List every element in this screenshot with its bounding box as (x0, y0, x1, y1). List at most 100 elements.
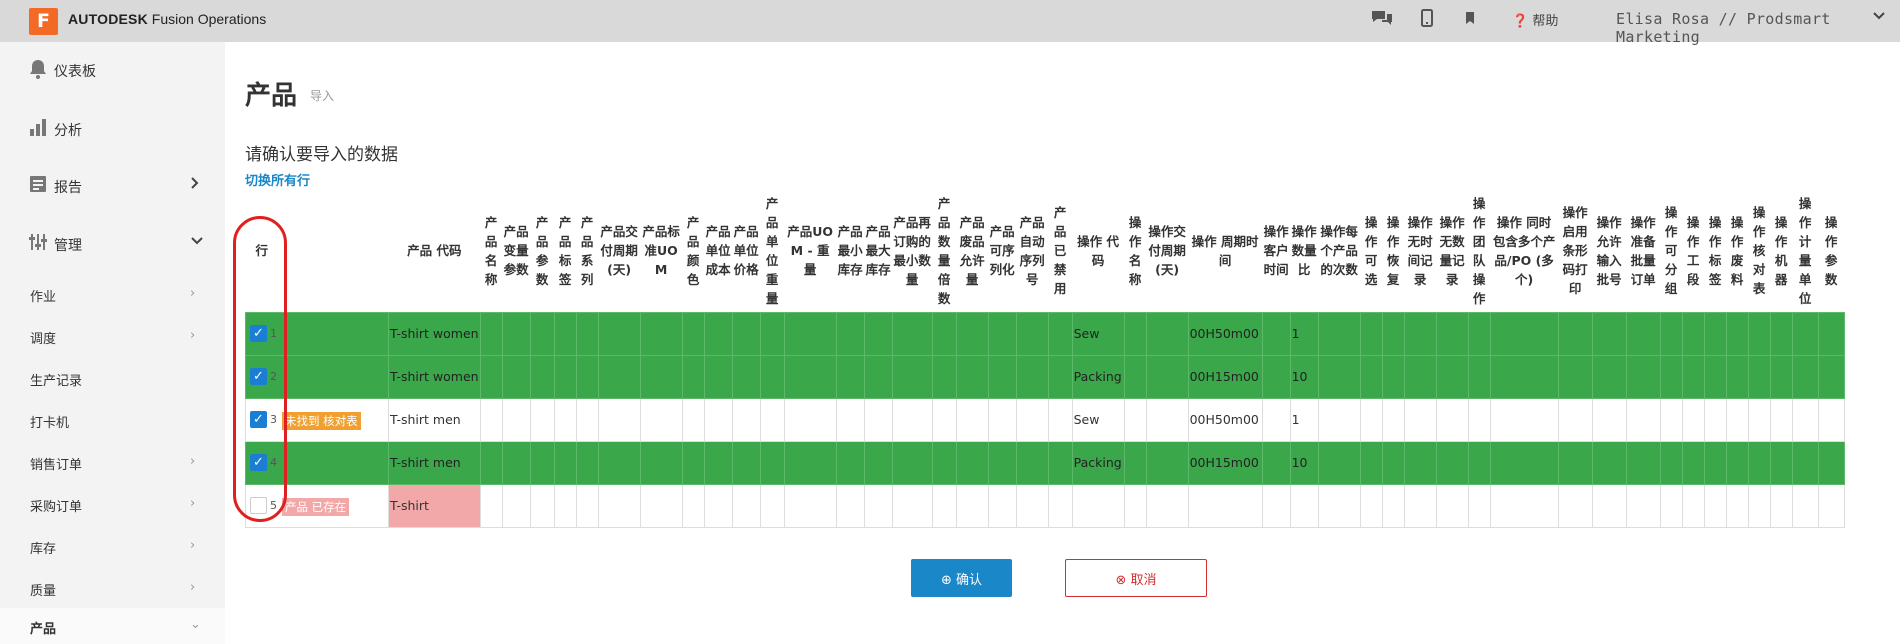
help-label: 帮助 (1532, 14, 1559, 29)
cancel-button[interactable]: ⊗ 取消 (1065, 559, 1207, 597)
chevron-right-icon: › (190, 538, 196, 553)
column-header: 操作工段 (1686, 214, 1700, 287)
sidebar-subitem-scheduling[interactable]: 调度 › (0, 324, 225, 354)
table-cell (1725, 354, 1749, 399)
user-menu[interactable]: Elisa Rosa // Prodsmart Marketing (1616, 10, 1900, 46)
table-row[interactable]: ✓ 2 T-shirt women Packing 00H15m00 10 (245, 354, 1845, 399)
table-row[interactable]: ✓ 4 T-shirt men Packing 00H15m00 10 (245, 440, 1845, 485)
table-cell (931, 397, 957, 442)
sidebar-subitem-sales-orders[interactable]: 销售订单 › (0, 450, 225, 480)
column-header: 操作可分组 (1664, 205, 1678, 297)
table-row[interactable]: 5 产品 已存在 T-shirt (245, 483, 1845, 528)
column-header: 操作团队操作 (1472, 195, 1486, 306)
row-number: 3 (270, 413, 277, 426)
checkbox-checked[interactable]: ✓ (250, 368, 267, 385)
table-cell (759, 311, 785, 356)
table-row[interactable]: ✓ 1 T-shirt women Sew 00H50m00 1 (245, 311, 1845, 356)
table-cell (1317, 440, 1361, 485)
sidebar-subitem-purchase-orders[interactable]: 采购订单 › (0, 492, 225, 522)
table-cell (1557, 483, 1593, 528)
fusion-logo-icon[interactable]: F (29, 8, 58, 35)
table-cell (597, 397, 641, 442)
table-cell (1681, 440, 1705, 485)
confirm-heading: 请确认要导入的数据 (245, 145, 398, 165)
table-cell (1489, 354, 1559, 399)
table-cell (1489, 397, 1559, 442)
table-cell (835, 397, 865, 442)
toggle-all-rows-link[interactable]: 切换所有行 (245, 170, 310, 189)
sidebar-item-analysis[interactable]: 分析 (0, 115, 225, 145)
table-cell (529, 354, 555, 399)
bookmark-icon[interactable] (1464, 8, 1476, 32)
table-row[interactable]: ✓ 3 未找到 核对表 T-shirt men Sew 00H50m00 1 (245, 397, 1845, 442)
sidebar-item-manage[interactable]: 管理 (0, 230, 225, 260)
checkbox-unchecked[interactable] (250, 497, 267, 514)
sidebar-subitem-production-records[interactable]: 生产记录 (0, 366, 225, 396)
table-cell (1435, 440, 1469, 485)
sidebar-subitem-products[interactable]: 产品 ⌄ (0, 608, 225, 644)
table-cell (863, 440, 893, 485)
table-cell (703, 311, 733, 356)
table-cell (1467, 311, 1491, 356)
table-cell (783, 354, 837, 399)
column-header: 操作交付周期(天) (1148, 224, 1186, 278)
column-header: 操作名称 (1128, 214, 1142, 287)
table-cell (987, 440, 1017, 485)
checkbox-checked[interactable]: ✓ (250, 325, 267, 342)
table-cell (1591, 354, 1627, 399)
table-cell (1261, 354, 1291, 399)
table-cell (1145, 311, 1189, 356)
table-cell (1703, 311, 1727, 356)
page-subtitle: 导入 (310, 89, 335, 103)
confirm-button[interactable]: ⊕ 确认 (911, 559, 1012, 597)
quantity-ratio-cell (1289, 483, 1319, 528)
cycle-time-cell: 00H15m00 (1187, 354, 1263, 399)
checkbox-checked[interactable]: ✓ (250, 454, 267, 471)
table-cell (597, 311, 641, 356)
top-bar: F AUTODESK Fusion Operations ❓ 帮助 Elisa … (0, 0, 1900, 46)
table-cell (783, 397, 837, 442)
chevron-down-icon[interactable] (1872, 9, 1886, 27)
column-header: 产品最小库存 (837, 224, 863, 278)
table-cell (1747, 440, 1771, 485)
table-cell (1591, 483, 1627, 528)
table-cell (731, 440, 761, 485)
sidebar-subitem-time-clock[interactable]: 打卡机 (0, 408, 225, 438)
table-cell (759, 354, 785, 399)
sidebar-subitem-jobs[interactable]: 作业 › (0, 282, 225, 312)
table-cell (1015, 311, 1049, 356)
checkbox-checked[interactable]: ✓ (250, 411, 267, 428)
brand-rest: Fusion Operations (147, 11, 267, 27)
product-code-cell: T-shirt women (388, 354, 481, 399)
table-cell (575, 397, 599, 442)
help-link[interactable]: ❓ 帮助 (1512, 10, 1558, 29)
table-cell (703, 397, 733, 442)
table-cell (1591, 440, 1627, 485)
table-cell (987, 483, 1017, 528)
column-header: 操作核对表 (1752, 205, 1766, 297)
table-cell (1557, 354, 1593, 399)
table-cell (1145, 483, 1189, 528)
table-cell (681, 354, 705, 399)
table-cell (1681, 397, 1705, 442)
operation-code-cell: Packing (1071, 440, 1125, 485)
mobile-icon[interactable] (1421, 8, 1433, 32)
report-icon (28, 174, 48, 199)
sidebar-item-label: 报告 (54, 180, 82, 196)
table-cell (639, 354, 683, 399)
sidebar: 仪表板 分析 报告 管理 作业 › 调度 › 生产记录 打卡机 销售订单 › 采… (0, 42, 225, 644)
sidebar-item-reports[interactable]: 报告 (0, 172, 225, 202)
table-cell (863, 354, 893, 399)
table-cell (1659, 483, 1683, 528)
table-cell (529, 440, 555, 485)
table-cell (1489, 440, 1559, 485)
table-cell (1403, 354, 1437, 399)
column-header: 操作 代码 (1077, 233, 1120, 268)
sliders-icon (28, 232, 48, 257)
table-cell (1123, 354, 1147, 399)
sidebar-subitem-quality[interactable]: 质量 › (0, 576, 225, 606)
sidebar-subitem-inventory[interactable]: 库存 › (0, 534, 225, 564)
chat-icon[interactable] (1370, 8, 1394, 32)
table-cell (1359, 354, 1383, 399)
sidebar-item-dashboard[interactable]: 仪表板 (0, 58, 225, 88)
